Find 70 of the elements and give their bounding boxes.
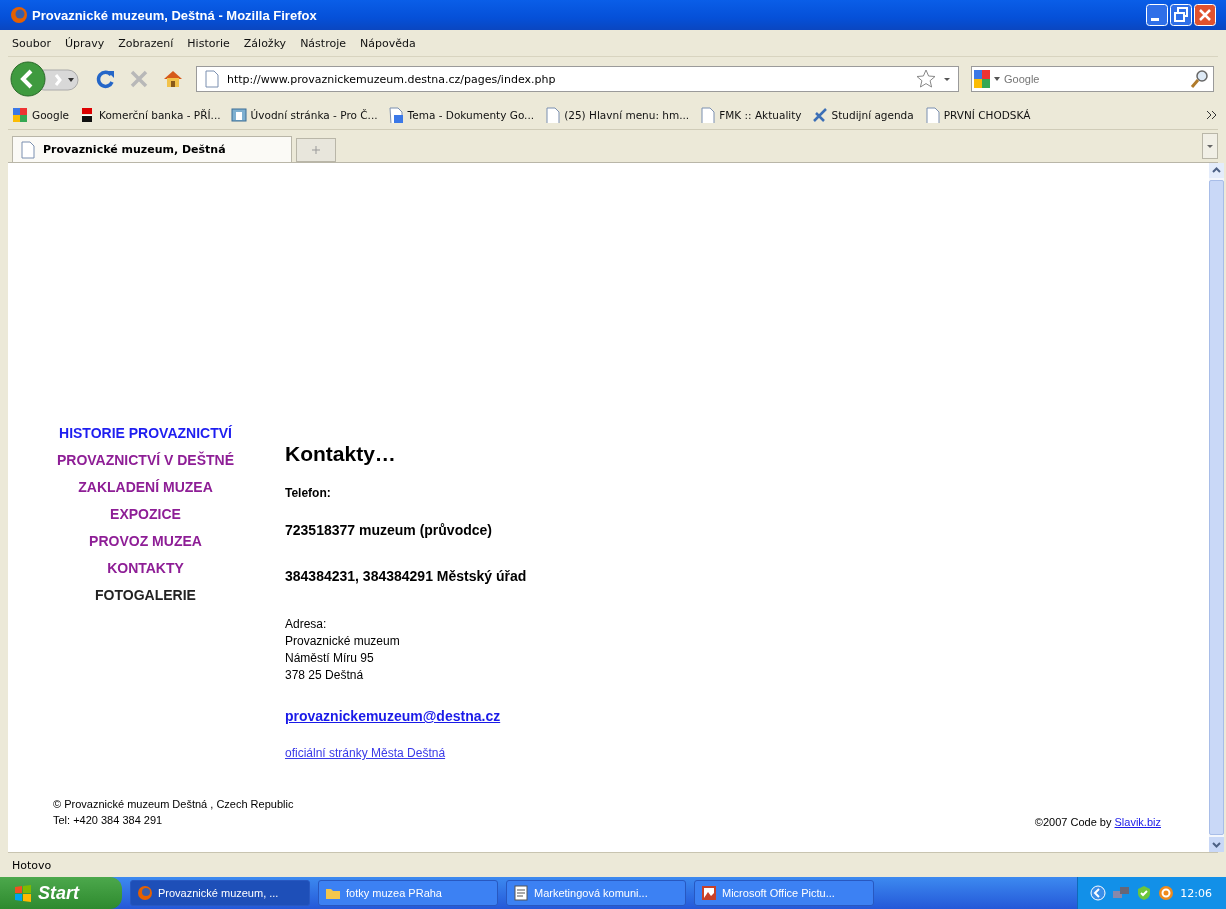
bookmark[interactable]: Komerční banka - PŘÍ...: [79, 107, 221, 123]
google-icon: [12, 107, 28, 123]
taskbar-button[interactable]: Microsoft Office Pictu...: [694, 880, 874, 906]
nav-link[interactable]: FOTOGALERIE: [55, 587, 236, 603]
close-icon[interactable]: [1194, 4, 1216, 26]
menu-item[interactable]: Úpravy: [64, 36, 105, 50]
nav-link[interactable]: PROVAZNICTVÍ V DEŠTNÉ: [55, 452, 236, 468]
document-icon: [387, 107, 404, 123]
taskbar-button[interactable]: fotky muzea PRaha: [318, 880, 498, 906]
search-box[interactable]: Google: [971, 66, 1214, 92]
document-icon: [513, 885, 529, 901]
address-bar[interactable]: http://www.provaznickemuzeum.destna.cz/pages/index.php: [196, 66, 959, 92]
nav-link[interactable]: HISTORIE PROVAZNICTVÍ: [55, 425, 236, 441]
nav-link[interactable]: EXPOZICE: [55, 506, 236, 522]
menu-item[interactable]: Soubor: [12, 36, 51, 50]
city-website-link[interactable]: oficiální stránky Města Deštná: [285, 746, 446, 760]
minimize-icon[interactable]: [1146, 4, 1168, 26]
phone-number: 384384231, 384384291 Městský úřad: [285, 568, 527, 584]
taskbar-button[interactable]: Provaznické muzeum, ...: [130, 880, 310, 906]
browser-tab[interactable]: Provaznické muzeum, Deštná: [12, 136, 292, 162]
picture-icon: [701, 885, 717, 901]
bookmark[interactable]: Tema - Dokumenty Go...: [387, 107, 535, 123]
phone-number: 723518377 muzeum (průvodce): [285, 522, 492, 538]
page-icon: [699, 107, 716, 123]
windows-logo-icon: [14, 884, 32, 902]
footer-text: © Provaznické muzeum Deštná , Czech Republic Tel: +420 384 384 291: [53, 797, 294, 828]
clock: 12:06: [1180, 886, 1212, 900]
ring-icon[interactable]: [1158, 885, 1175, 901]
menu-item[interactable]: Nástroje: [300, 36, 346, 50]
scroll-down-icon[interactable]: [1209, 837, 1224, 852]
page-icon: [203, 70, 221, 88]
email-link[interactable]: provaznickemuzeum@destna.cz: [285, 708, 501, 724]
framed-page-icon: [230, 107, 247, 123]
chevron-icon[interactable]: [1206, 110, 1218, 120]
credit-text: ©2007 Code by Slavik.biz: [1034, 816, 1161, 828]
bookmark[interactable]: (25) Hlavní menu: hm...: [544, 107, 690, 123]
page-icon: [19, 140, 37, 159]
bookmark[interactable]: Studijní agenda: [811, 107, 914, 123]
bookmark[interactable]: FMK :: Aktuality: [699, 107, 802, 123]
bookmark[interactable]: Google: [12, 107, 70, 123]
star-icon[interactable]: [916, 69, 936, 89]
firefox-icon: [10, 6, 28, 24]
scroll-up-icon[interactable]: [1209, 163, 1224, 178]
nav-link[interactable]: PROVOZ MUZEA: [55, 533, 236, 549]
crossed-tools-icon: [811, 107, 828, 123]
reload-icon[interactable]: [94, 68, 116, 90]
nav-link[interactable]: KONTAKTY: [55, 560, 236, 576]
page-heading: Kontakty…: [285, 442, 396, 466]
restore-icon[interactable]: [1170, 4, 1192, 26]
credit-link[interactable]: Slavik.biz: [1114, 816, 1161, 828]
page-icon: [544, 107, 561, 123]
window-title: Provaznické muzeum, Deštná - Mozilla Firefox: [32, 7, 317, 23]
start-button[interactable]: Start: [0, 877, 122, 909]
menu-item[interactable]: Zobrazení: [118, 36, 174, 50]
taskbar-button[interactable]: Marketingová komuni...: [506, 880, 686, 906]
menu-item[interactable]: Historie: [187, 36, 230, 50]
firefox-icon: [137, 885, 153, 901]
nav-link[interactable]: ZAKLADENÍ MUZEA: [55, 479, 236, 495]
menu-item[interactable]: Záložky: [243, 36, 287, 50]
bookmark[interactable]: PRVNÍ CHODSKÁ: [923, 107, 1031, 123]
search-icon[interactable]: [1190, 69, 1210, 89]
home-icon[interactable]: [162, 68, 184, 90]
google-icon: [972, 69, 1002, 89]
page-icon: [923, 107, 940, 123]
postal-address: Adresa: Provaznické muzeum Náměstí Míru 95 378 25 Deštná: [285, 616, 400, 684]
bookmark[interactable]: Úvodní stránka - Pro Č...: [230, 107, 378, 123]
phone-label: Telefon:: [285, 486, 331, 500]
menu-item[interactable]: Nápověda: [360, 36, 416, 50]
back-icon[interactable]: [10, 61, 82, 97]
shield-icon[interactable]: [1136, 885, 1153, 901]
